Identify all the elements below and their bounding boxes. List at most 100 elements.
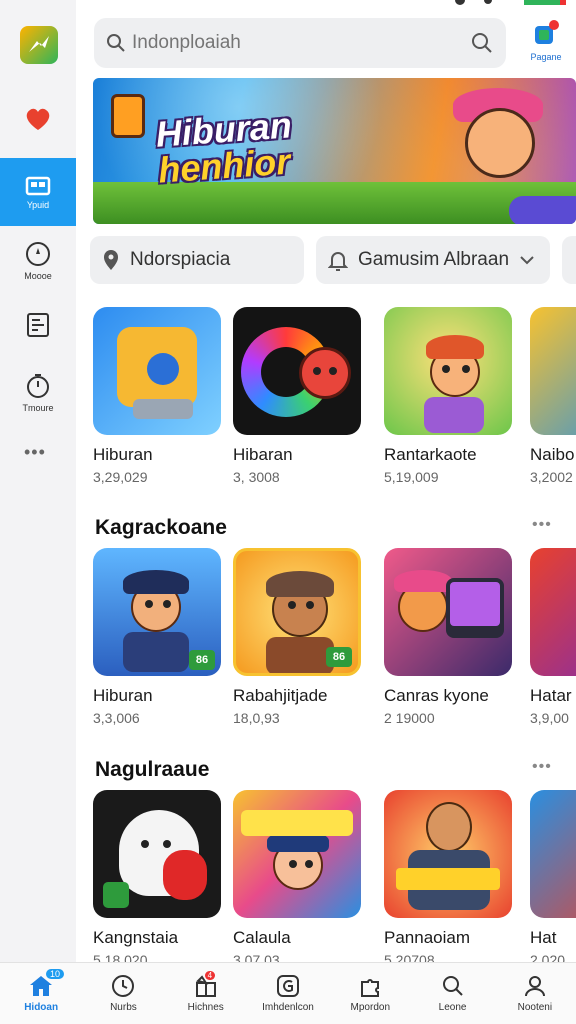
search-icon[interactable]: [470, 31, 494, 55]
search-bar[interactable]: [94, 18, 506, 68]
app-name: Calaula: [233, 928, 291, 947]
filter-pill-nearby[interactable]: Ndorspiacia: [90, 236, 304, 284]
timer-icon: [27, 374, 49, 398]
app-badge: 86: [189, 650, 215, 670]
g-icon: [276, 975, 299, 997]
nav-item-puzzle[interactable]: Mpordon: [329, 963, 411, 1024]
app-tile[interactable]: Hat 2,020: [530, 790, 576, 968]
app-name: Pannaoiam: [384, 928, 471, 947]
app-download-count: 3,9,00: [530, 710, 569, 726]
app-download-count: 5,19,009: [384, 469, 439, 485]
rail-item-timer[interactable]: Tmoure: [0, 362, 76, 424]
person-icon: [524, 976, 545, 997]
nav-item-recent[interactable]: Nurbs: [82, 963, 164, 1024]
puzzle-icon: [361, 979, 380, 997]
more-icon[interactable]: •••: [532, 758, 552, 776]
banner-character-body: [509, 196, 576, 224]
rail-item-library[interactable]: [0, 296, 76, 358]
app-tile[interactable]: Rantarkaote 5,19,009: [384, 307, 512, 485]
app-icon: [93, 790, 221, 918]
app-tile[interactable]: 86 Rabahjitjade 18,0,93: [233, 548, 361, 726]
app-download-count: 3, 3008: [233, 469, 280, 485]
nav-item-profile[interactable]: Nooteni: [494, 963, 576, 1024]
app-name: Canras kyone: [384, 686, 489, 705]
status-bar-icons: [455, 0, 566, 5]
app-icon: [233, 307, 361, 435]
app-icon: [530, 307, 576, 435]
app-name: Naibo: [530, 445, 575, 464]
app-tile[interactable]: Hatar 3,9,00: [530, 548, 576, 726]
app-name: Hatar: [530, 686, 572, 705]
app-logo-icon[interactable]: [20, 26, 58, 64]
banner-title: Hiburan henhior: [154, 104, 296, 191]
app-root: Ypuid Moooe Tmoure ••• Pagane: [0, 0, 576, 1024]
nav-item-rewards[interactable]: 4 Hichnes: [165, 963, 247, 1024]
rail-item-label: Moooe: [24, 271, 52, 281]
search-icon: [442, 976, 463, 996]
app-name: Kangnstaia: [93, 928, 179, 947]
nav-label: Hidoan: [24, 1002, 59, 1013]
app-download-count: 18,0,93: [233, 710, 280, 726]
nav-item-games[interactable]: Imhdenlcon: [247, 963, 329, 1024]
nav-item-home[interactable]: 10 Hidoan: [0, 963, 82, 1024]
nav-item-search[interactable]: Leone: [411, 963, 493, 1024]
games-app-icon: [535, 20, 559, 44]
store-icon: [25, 176, 51, 196]
featured-banner[interactable]: Hiburan henhior: [93, 78, 576, 224]
more-icon[interactable]: •••: [532, 516, 552, 534]
app-name: Rantarkaote: [384, 445, 477, 464]
favorites-icon[interactable]: [22, 102, 54, 134]
profile-shortcut-label: Pagane: [530, 52, 562, 62]
nav-label: Leone: [438, 1002, 467, 1013]
nav-label: Imhdenlcon: [262, 1002, 314, 1013]
app-tile[interactable]: 86 Hiburan 3,3,006: [93, 548, 221, 726]
rail-item-label: Tmoure: [22, 403, 54, 413]
app-tile[interactable]: Kangnstaia 5,18,020: [93, 790, 221, 968]
app-icon: [384, 307, 512, 435]
more-icon[interactable]: •••: [24, 442, 46, 463]
section-title: Nagulraaue: [95, 758, 210, 781]
clock-icon: [112, 975, 135, 997]
app-icon: 86: [233, 548, 361, 676]
app-tile[interactable]: Pannaoiam 5,20708: [384, 790, 512, 968]
app-name: Hibaran: [233, 445, 293, 464]
side-rail: Ypuid Moooe Tmoure •••: [0, 0, 76, 962]
library-icon: [27, 313, 49, 337]
banner-title-line2: henhior: [156, 140, 292, 191]
app-tile[interactable]: Naibo 3,2002: [530, 307, 576, 485]
filter-pill-more[interactable]: [562, 236, 576, 284]
app-tile[interactable]: Hiburan 3,29,029: [93, 307, 221, 485]
search-input[interactable]: [132, 32, 470, 54]
filter-pill-games[interactable]: Gamusim Albraan: [316, 236, 550, 284]
filter-pill-label: Ndorspiacia: [130, 249, 231, 270]
chevron-down-icon: [520, 256, 534, 265]
app-icon: [530, 548, 576, 676]
app-download-count: 2 19000: [384, 710, 435, 726]
bottom-nav: 10 Hidoan Nurbs 4 Hichnes Imhdenlcon Mpo…: [0, 962, 576, 1024]
rail-item-explore[interactable]: Moooe: [0, 230, 76, 292]
filter-pill-label: Gamusim Albraan: [358, 249, 510, 270]
app-tile[interactable]: Hibaran 3, 3008: [233, 307, 361, 485]
app-tile[interactable]: Calaula 3,07,03: [233, 790, 361, 968]
app-icon: [93, 307, 221, 435]
profile-shortcut[interactable]: Pagane: [520, 20, 572, 70]
app-icon: 86: [93, 548, 221, 676]
nav-badge: 4: [204, 971, 216, 980]
app-icon: [530, 790, 576, 918]
location-pin-icon: [104, 250, 118, 270]
nav-label: Nooteni: [517, 1002, 553, 1013]
app-download-count: 3,29,029: [93, 469, 148, 485]
app-name: Hiburan: [93, 686, 153, 705]
rail-item-label: Ypuid: [26, 200, 50, 210]
app-name: Rabahjitjade: [233, 686, 328, 705]
app-icon: [233, 790, 361, 918]
banner-character: [465, 108, 535, 178]
lantern-icon: [111, 94, 145, 138]
nav-label: Nurbs: [110, 1002, 137, 1013]
rail-item-store[interactable]: Ypuid: [0, 158, 76, 226]
app-name: Hat: [530, 928, 557, 947]
app-badge: 86: [326, 647, 352, 667]
section-title: Kagrackoane: [95, 516, 227, 539]
app-download-count: 3,3,006: [93, 710, 140, 726]
app-tile[interactable]: Canras kyone 2 19000: [384, 548, 512, 726]
